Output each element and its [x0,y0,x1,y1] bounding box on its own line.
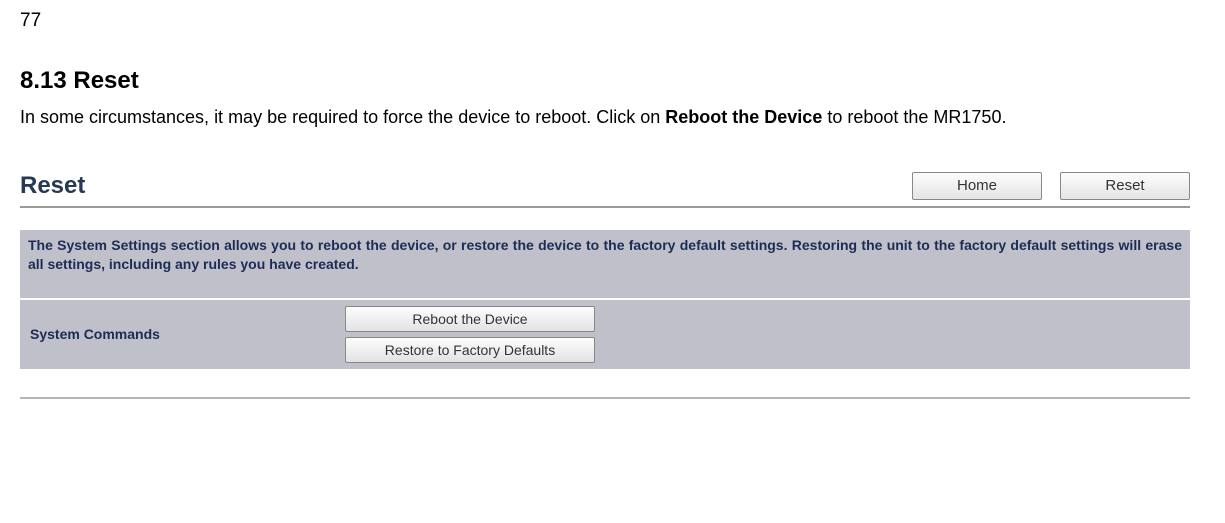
page-number: 77 [20,10,1205,32]
panel-title: Reset [20,172,894,200]
panel-footer-divider [20,369,1190,399]
panel-header: Reset Home Reset [20,172,1190,208]
reboot-device-button[interactable]: Reboot the Device [345,306,595,332]
intro-bold: Reboot the Device [665,107,822,127]
system-commands-label: System Commands [20,306,345,362]
intro-pre: In some circumstances, it may be require… [20,107,665,127]
system-commands-row: System Commands Reboot the Device Restor… [20,298,1190,369]
reset-button[interactable]: Reset [1060,172,1190,200]
section-heading: 8.13 Reset [20,67,1205,95]
restore-defaults-button[interactable]: Restore to Factory Defaults [345,337,595,363]
reset-panel: Reset Home Reset The System Settings sec… [20,172,1190,399]
system-commands-buttons: Reboot the Device Restore to Factory Def… [345,300,595,369]
intro-post: to reboot the MR1750. [822,107,1006,127]
home-button[interactable]: Home [912,172,1042,200]
panel-description: The System Settings section allows you t… [20,230,1190,298]
intro-paragraph: In some circumstances, it may be require… [20,103,1205,132]
